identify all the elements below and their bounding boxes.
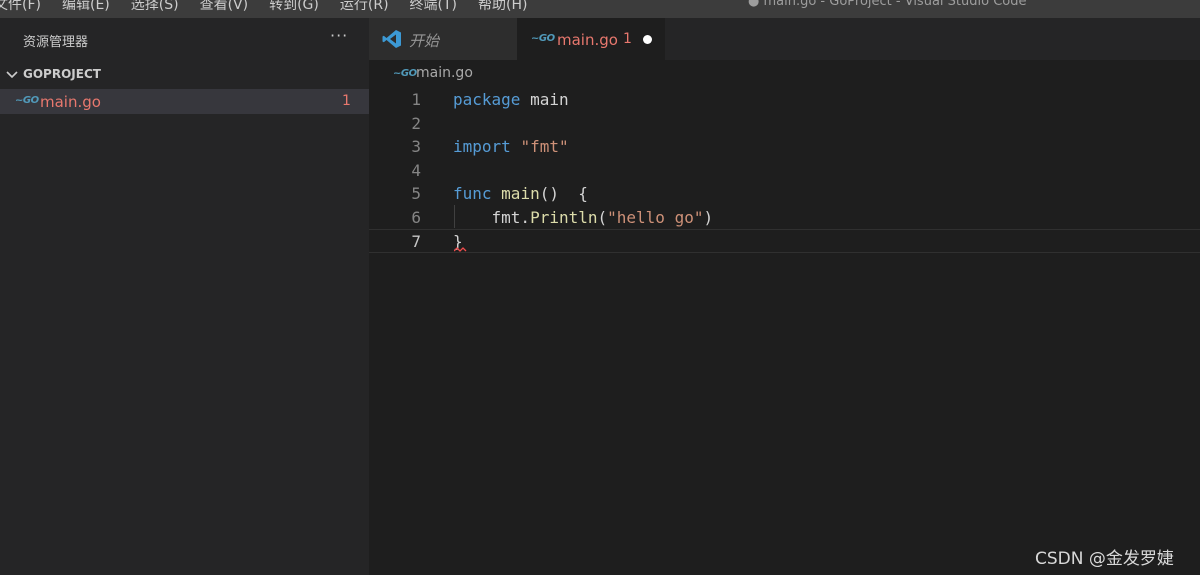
indent-token [453, 208, 492, 227]
go-file-icon: ~GO [531, 33, 555, 44]
code-text: func main() { [453, 182, 588, 206]
go-file-icon: ~GO [15, 95, 39, 106]
line-number: 4 [411, 160, 421, 180]
keyword-token: func [453, 184, 492, 203]
tab-start[interactable]: 开始 [369, 18, 517, 60]
package-token: fmt. [491, 207, 531, 227]
project-folder-name: GOPROJECT [23, 67, 101, 81]
line-number: 3 [411, 137, 421, 156]
menu-run[interactable]: 运行(R) [340, 0, 389, 14]
explorer-file-name: main.go [40, 93, 101, 111]
code-text: import "fmt" [453, 135, 569, 159]
menu-items: 文件(F) 编辑(E) 选择(S) 查看(V) 转到(G) 运行(R) 终端(T… [0, 0, 548, 14]
explorer-title: 资源管理器 [23, 35, 89, 50]
error-squiggle-icon [454, 247, 467, 252]
code-editor[interactable]: 1 package main 2 3 import "fmt" 4 5 func… [369, 88, 1200, 575]
code-line: 3 import "fmt" [369, 135, 1200, 159]
line-number: 1 [411, 90, 421, 109]
tab-bar: 开始 ~GO main.go 1 [369, 18, 1200, 60]
menu-bar: 文件(F) 编辑(E) 选择(S) 查看(V) 转到(G) 运行(R) 终端(T… [0, 0, 1200, 18]
menu-selection[interactable]: 选择(S) [131, 0, 179, 14]
keyword-token: package [453, 90, 521, 109]
watermark-text: CSDN @金发罗婕 [1035, 549, 1174, 569]
string-token: "hello go" [607, 207, 704, 227]
explorer-sidebar: 资源管理器 ··· GOPROJECT ~GO main.go 1 [0, 18, 369, 575]
menu-view[interactable]: 查看(V) [200, 0, 249, 14]
project-folder-row[interactable]: GOPROJECT [0, 64, 369, 86]
code-line-current: 7 } [369, 229, 1200, 253]
unsaved-dot-icon[interactable] [643, 35, 652, 44]
code-line: 2 [369, 112, 1200, 136]
breadcrumb: ~GO main.go [369, 64, 1200, 84]
menu-file[interactable]: 文件(F) [0, 0, 41, 14]
line-number: 2 [411, 113, 421, 133]
tab-problem-count: 1 [623, 31, 632, 47]
vscode-icon [382, 30, 401, 48]
file-problem-count: 1 [342, 93, 351, 109]
punctuation-token: ) [703, 207, 714, 227]
punctuation-token: ( [597, 207, 608, 227]
code-line: 5 func main() { [369, 182, 1200, 206]
menu-terminal[interactable]: 终端(T) [410, 0, 457, 14]
string-token: "fmt" [520, 137, 569, 156]
line-number: 6 [411, 207, 421, 227]
menu-edit[interactable]: 编辑(E) [62, 0, 110, 14]
go-file-icon: ~GO [393, 68, 417, 79]
explorer-file-main-go[interactable]: ~GO main.go 1 [0, 89, 369, 114]
menu-help[interactable]: 帮助(H) [478, 0, 527, 14]
tab-main-go-label: main.go [557, 31, 618, 49]
identifier-token: main [520, 90, 569, 109]
keyword-token: import [453, 137, 511, 156]
editor-group: 开始 ~GO main.go 1 ~GO main.go 1 package m… [369, 18, 1200, 575]
code-line: 4 [369, 159, 1200, 183]
window-title: ● main.go - GoProject - Visual Studio Co… [748, 0, 1027, 9]
code-line: 1 package main [369, 88, 1200, 112]
line-number: 7 [411, 232, 421, 251]
punctuation-token: () { [539, 184, 588, 203]
code-line: 6 fmt.Println("hello go") [369, 206, 1200, 230]
tab-start-label: 开始 [409, 32, 440, 50]
menu-go[interactable]: 转到(G) [269, 0, 319, 14]
line-number: 5 [411, 184, 421, 203]
indent-guide [454, 205, 455, 228]
tab-main-go[interactable]: ~GO main.go 1 [517, 18, 665, 60]
function-token: main [501, 184, 540, 203]
chevron-down-icon [6, 71, 18, 79]
breadcrumb-file[interactable]: main.go [416, 65, 473, 81]
explorer-header: 资源管理器 ··· [0, 18, 369, 60]
function-token: Println [530, 207, 598, 227]
code-text: fmt.Println("hello go") [453, 206, 714, 230]
code-text: package main [453, 88, 569, 112]
more-actions-icon[interactable]: ··· [330, 26, 348, 45]
